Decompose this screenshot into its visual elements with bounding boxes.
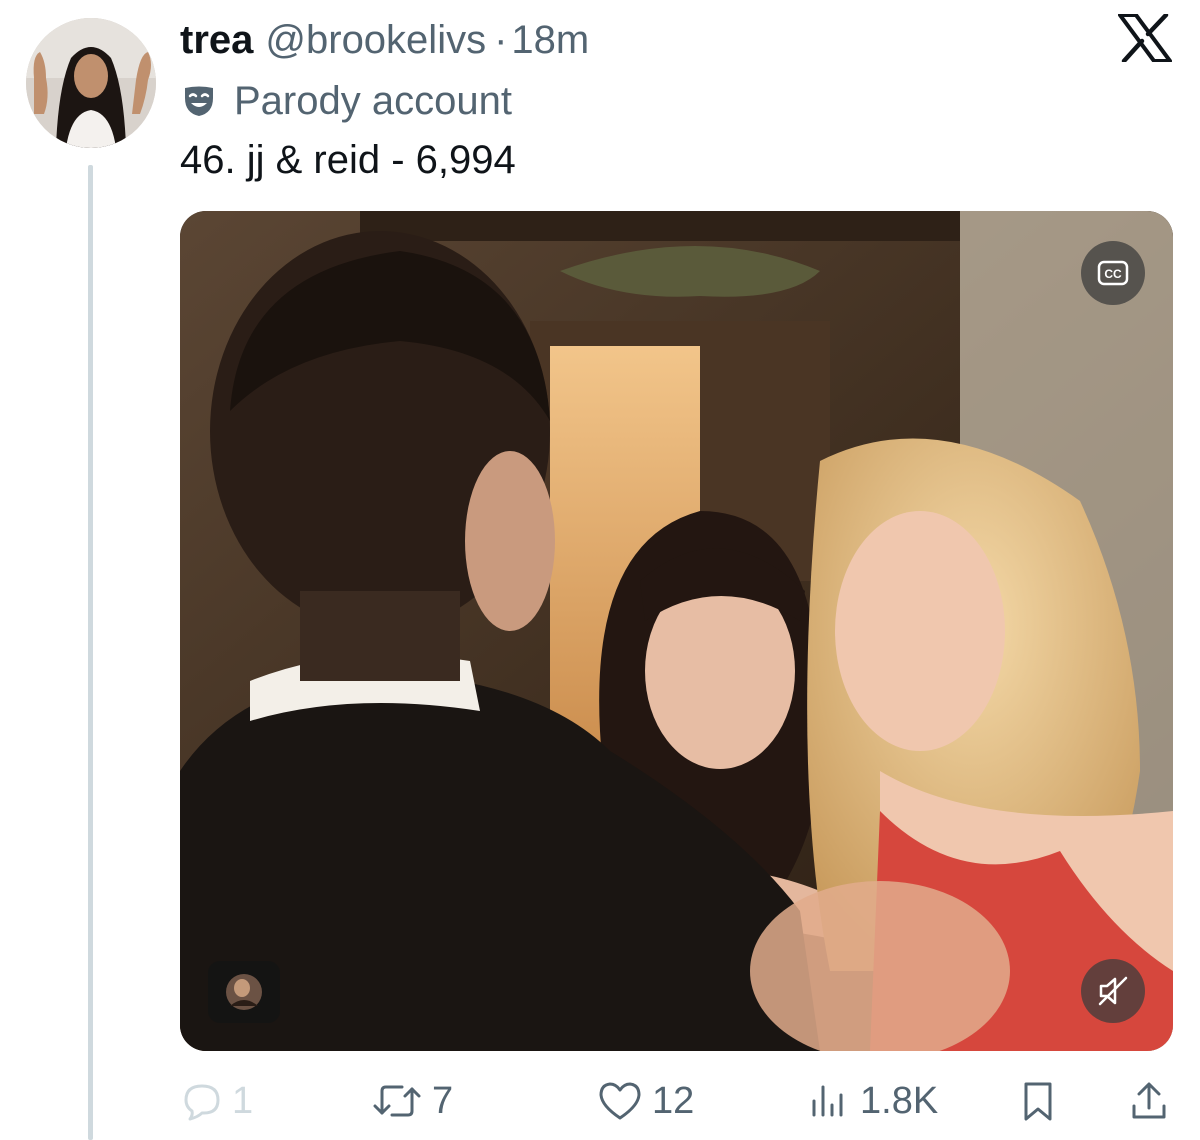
timestamp[interactable]: 18m [511,18,589,63]
video-frame [180,211,1173,1051]
views-button[interactable]: 1.8K [806,1070,938,1132]
bookmark-button[interactable] [1018,1070,1066,1132]
reply-count: 1 [232,1079,254,1122]
parody-mask-icon [185,86,213,116]
thread-line [88,165,93,1140]
speaker-muted-icon [1098,976,1128,1006]
mute-toggle-button[interactable] [1081,959,1145,1023]
video-player[interactable]: CC [180,211,1173,1051]
reply-button[interactable]: 1 [180,1070,253,1132]
repost-count: 7 [432,1079,454,1122]
like-icon [599,1082,641,1120]
view-count: 1.8K [860,1079,939,1122]
views-icon [812,1085,843,1117]
share-button[interactable] [1128,1070,1178,1132]
repost-button[interactable]: 7 [370,1070,453,1132]
like-button[interactable]: 12 [596,1070,694,1132]
repost-icon [373,1085,421,1117]
tweet-actions: 1 7 12 1.8K [180,1070,1173,1132]
tweet-header: trea @brookelivs · 18m [180,14,589,66]
avatar-image [26,18,156,148]
mini-thumbnail-icon [226,974,262,1010]
user-handle[interactable]: @brookelivs [265,18,486,63]
x-logo-icon[interactable] [1118,12,1172,64]
separator-dot: · [494,17,508,62]
tweet-text: 46. jj & reid - 6,994 [180,137,516,182]
parody-label: Parody account [234,78,512,123]
display-name[interactable]: trea [180,18,253,63]
like-count: 12 [652,1079,695,1122]
parody-badge: Parody account [182,76,512,126]
reply-icon [184,1084,220,1121]
video-thumbnail-button[interactable] [208,961,280,1023]
cc-label: CC [1104,267,1122,281]
avatar[interactable] [26,18,156,148]
cc-icon: CC [1097,260,1129,286]
bookmark-icon [1024,1082,1052,1121]
closed-captions-button[interactable]: CC [1081,241,1145,305]
share-icon [1132,1082,1166,1119]
